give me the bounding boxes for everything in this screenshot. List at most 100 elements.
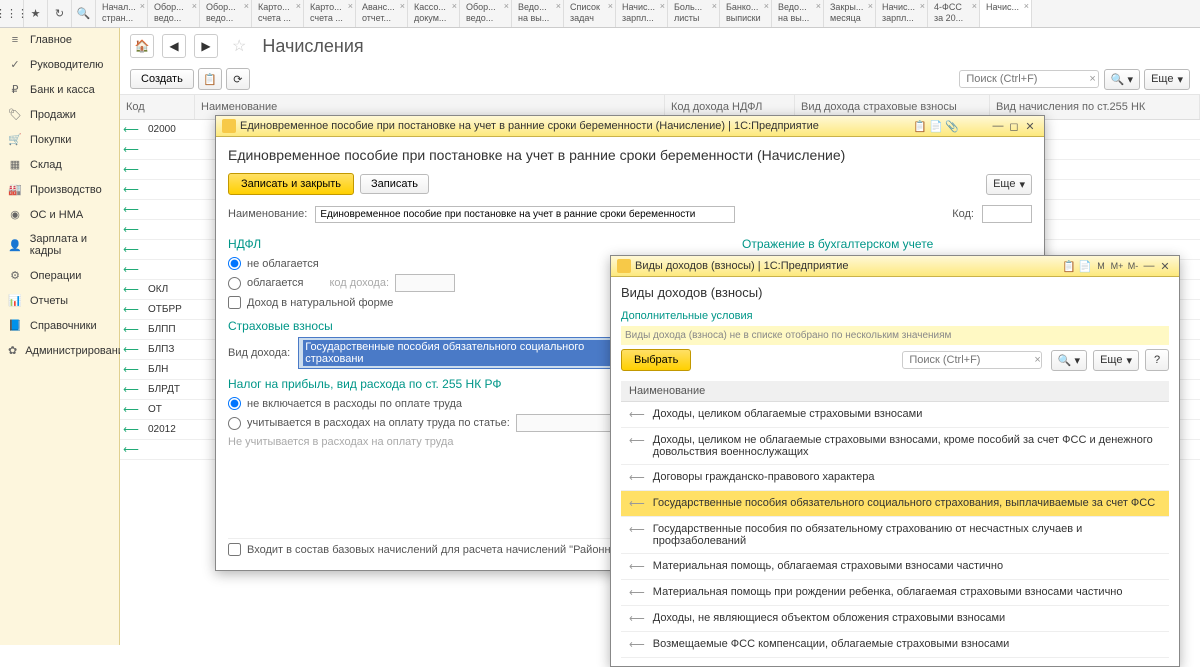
sidebar-icon: ◉ bbox=[8, 208, 22, 221]
list-item[interactable]: ⟵Возмещаемые ФСС компенсации, облагаемые… bbox=[621, 632, 1169, 658]
close2-icon[interactable]: ✕ bbox=[1157, 260, 1173, 273]
sidebar-item[interactable]: ✓Руководителю bbox=[0, 52, 119, 77]
top-tab[interactable]: ×4-ФССза 20... bbox=[928, 0, 980, 27]
link-icon[interactable]: 📎 bbox=[944, 120, 960, 133]
clear-search2-icon[interactable]: × bbox=[1030, 354, 1044, 366]
list-item[interactable]: ⟵Государственные пособия по обязательном… bbox=[621, 517, 1169, 554]
code-input[interactable] bbox=[982, 205, 1032, 223]
sidebar-item[interactable]: ▦ Склад bbox=[0, 152, 119, 177]
sidebar-item[interactable]: ⚙Операции bbox=[0, 263, 119, 288]
maximize-icon[interactable]: ◻ bbox=[1006, 120, 1022, 133]
top-tab[interactable]: ×Аванс...отчет... bbox=[356, 0, 408, 27]
copy-button[interactable]: 📋 bbox=[198, 68, 222, 90]
list-header[interactable]: Наименование bbox=[621, 381, 1169, 402]
close-icon[interactable]: ✕ bbox=[1022, 120, 1038, 133]
modal2-more-button[interactable]: Еще ▾ bbox=[1093, 350, 1139, 371]
top-tab[interactable]: ×Ведо...на вы... bbox=[772, 0, 824, 27]
find2-button[interactable]: 🔍 ▾ bbox=[1051, 350, 1087, 371]
radio-ndfl-yes[interactable] bbox=[228, 277, 241, 290]
sidebar-item[interactable]: ◉ОС и НМА bbox=[0, 202, 119, 227]
sidebar-item[interactable]: 📊Отчеты bbox=[0, 288, 119, 313]
row-icon: ⟵ bbox=[120, 323, 142, 336]
col-code[interactable]: Код bbox=[120, 95, 195, 119]
top-tab[interactable]: ×Начис... bbox=[980, 0, 1032, 27]
minimize-icon[interactable]: — bbox=[990, 120, 1006, 132]
minimize2-icon[interactable]: — bbox=[1141, 260, 1157, 272]
base-checkbox[interactable] bbox=[228, 543, 241, 556]
top-tab[interactable]: ×Начал...стран... bbox=[96, 0, 148, 27]
find-button[interactable]: 🔍 ▾ bbox=[1104, 69, 1140, 90]
radio-not-included[interactable] bbox=[228, 397, 241, 410]
save-close-button[interactable]: Записать и закрыть bbox=[228, 173, 354, 195]
list-item[interactable]: ⟵Материальная помощь при рождении ребенк… bbox=[621, 580, 1169, 606]
more-button[interactable]: Еще ▾ bbox=[1144, 69, 1190, 90]
sidebar-item[interactable]: ≡Главное bbox=[0, 28, 119, 52]
list-item[interactable]: ⟵Доходы, целиком не облагаемые страховым… bbox=[621, 428, 1169, 465]
sidebar-icon: ▦ bbox=[8, 158, 22, 171]
top-tab[interactable]: ×Боль...листы bbox=[668, 0, 720, 27]
modal2-search-input[interactable] bbox=[902, 351, 1042, 369]
sidebar-item[interactable]: 🏭Производство bbox=[0, 177, 119, 202]
list-item-label: Материальная помощь при рождении ребенка… bbox=[653, 586, 1123, 598]
sidebar-icon: ₽ bbox=[8, 83, 22, 96]
list-item[interactable]: ⟵Договоры гражданско-правового характера bbox=[621, 465, 1169, 491]
list-item[interactable]: ⟵Доходы, целиком облагаемые страховыми в… bbox=[621, 402, 1169, 428]
home-button[interactable]: 🏠 bbox=[130, 34, 154, 58]
forward-button[interactable]: ▶ bbox=[194, 34, 218, 58]
create-button[interactable]: Создать bbox=[130, 69, 194, 89]
search-tab-icon[interactable]: 🔍 bbox=[72, 0, 96, 27]
top-tab[interactable]: ×Обор...ведо... bbox=[200, 0, 252, 27]
favorite-icon[interactable]: ☆ bbox=[232, 36, 246, 56]
top-tab[interactable]: ×Обор...ведо... bbox=[148, 0, 200, 27]
calc-icon[interactable]: 📋 bbox=[1061, 260, 1077, 273]
name-input[interactable] bbox=[315, 206, 735, 223]
apps-icon[interactable]: ⋮⋮⋮ bbox=[0, 0, 24, 27]
list-item[interactable]: ⟵Доходы, не являющиеся объектом обложени… bbox=[621, 606, 1169, 632]
top-tab[interactable]: ×Начис...зарпл... bbox=[616, 0, 668, 27]
back-button[interactable]: ◀ bbox=[162, 34, 186, 58]
top-tab[interactable]: ×Закры...месяца bbox=[824, 0, 876, 27]
sidebar-item[interactable]: 📘Справочники bbox=[0, 313, 119, 338]
top-tab[interactable]: ×Начис...зарпл... bbox=[876, 0, 928, 27]
top-tab[interactable]: ×Списокзадач bbox=[564, 0, 616, 27]
star-tab-icon[interactable]: ★ bbox=[24, 0, 48, 27]
top-tab[interactable]: ×Обор...ведо... bbox=[460, 0, 512, 27]
sidebar-item[interactable]: 🛒Покупки bbox=[0, 127, 119, 152]
search-input[interactable] bbox=[959, 70, 1099, 88]
row-icon: ⟵ bbox=[120, 163, 142, 176]
list-item[interactable]: ⟵Государственные пособия обязательного с… bbox=[621, 491, 1169, 517]
top-tab[interactable]: ×Карто...счета ... bbox=[304, 0, 356, 27]
modal-titlebar[interactable]: Единовременное пособие при постановке на… bbox=[216, 116, 1044, 137]
sidebar-item[interactable]: 🏷Продажи bbox=[0, 102, 119, 127]
income-type-combo[interactable]: Государственные пособия обязательного со… bbox=[298, 337, 618, 369]
sidebar-label: Руководителю bbox=[30, 59, 103, 71]
refresh-button[interactable]: ⟳ bbox=[226, 68, 250, 90]
list-item[interactable]: ⟵Материальная помощь, облагаемая страхов… bbox=[621, 554, 1169, 580]
top-tab[interactable]: ×Ведо...на вы... bbox=[512, 0, 564, 27]
sidebar-item[interactable]: ✿Администрирование bbox=[0, 338, 119, 363]
sidebar-label: Склад bbox=[30, 159, 62, 171]
sidebar-item[interactable]: 👤Зарплата и кадры bbox=[0, 227, 119, 263]
m-icon[interactable]: M bbox=[1093, 261, 1109, 271]
radio-included[interactable] bbox=[228, 417, 241, 430]
radio-ndfl-no[interactable] bbox=[228, 257, 241, 270]
select-button[interactable]: Выбрать bbox=[621, 349, 691, 371]
note-icon[interactable]: 📄 bbox=[928, 120, 944, 133]
modal-more-button[interactable]: Еще ▾ bbox=[986, 174, 1032, 195]
m-plus-icon[interactable]: M+ bbox=[1109, 261, 1125, 271]
top-tab[interactable]: ×Карто...счета ... bbox=[252, 0, 304, 27]
clear-search-icon[interactable]: × bbox=[1085, 73, 1099, 85]
natural-checkbox[interactable] bbox=[228, 296, 241, 309]
top-tab[interactable]: ×Банко...выписки bbox=[720, 0, 772, 27]
conditions-link[interactable]: Дополнительные условия bbox=[621, 310, 1169, 322]
note-icon[interactable]: 📄 bbox=[1077, 260, 1093, 273]
history-icon[interactable]: ↻ bbox=[48, 0, 72, 27]
save-button[interactable]: Записать bbox=[360, 174, 429, 194]
calc-icon[interactable]: 📋 bbox=[912, 120, 928, 133]
modal2-titlebar[interactable]: Виды доходов (взносы) | 1С:Предприятие 📋… bbox=[611, 256, 1179, 277]
sidebar-item[interactable]: ₽Банк и касса bbox=[0, 77, 119, 102]
top-tab[interactable]: ×Кассо...докум... bbox=[408, 0, 460, 27]
help-button[interactable]: ? bbox=[1145, 349, 1169, 371]
filter-note: Виды дохода (взноса) не в списке отобран… bbox=[621, 326, 1169, 345]
m-minus-icon[interactable]: M- bbox=[1125, 261, 1141, 271]
